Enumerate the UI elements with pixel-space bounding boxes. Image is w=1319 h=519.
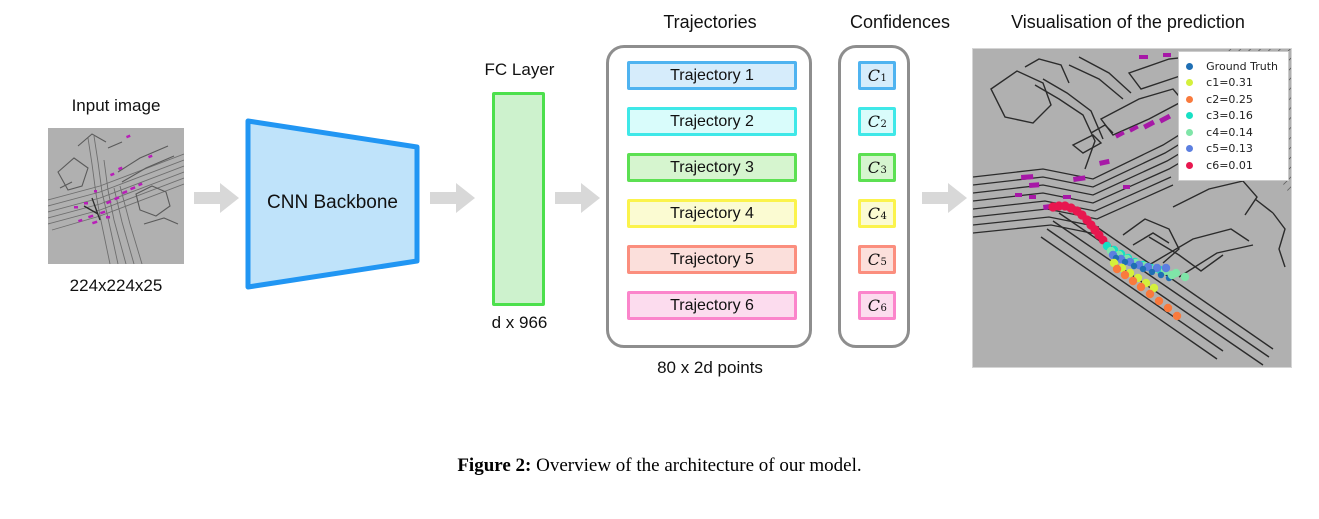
visualisation-panel: Ground Truth c1=0.31 c2=0.25 c3=0.16 c4=…	[972, 48, 1292, 368]
legend-row: c1=0.31	[1186, 75, 1278, 92]
input-image-title: Input image	[71, 96, 161, 115]
figure-caption: Figure 2: Overview of the architecture o…	[0, 455, 1319, 477]
confidence-item[interactable]: C1	[858, 61, 896, 90]
confidence-symbol: C	[867, 65, 880, 85]
legend-row: c5=0.13	[1186, 141, 1278, 158]
confidences-title: Confidences	[849, 12, 951, 32]
figure-caption-text: Overview of the architecture of our mode…	[531, 455, 862, 476]
visualisation-legend: Ground Truth c1=0.31 c2=0.25 c3=0.16 c4=…	[1178, 51, 1289, 181]
confidence-item[interactable]: C2	[858, 107, 896, 136]
legend-row: c2=0.25	[1186, 91, 1278, 108]
legend-label: c1=0.31	[1206, 76, 1253, 90]
legend-marker-icon	[1186, 62, 1194, 70]
confidence-index: 6	[880, 302, 887, 314]
arrow-fc-to-trajectories	[555, 182, 601, 214]
input-image-thumbnail	[48, 128, 184, 264]
trajectories-footer: 80 x 2d points	[657, 358, 763, 377]
legend-label: c4=0.14	[1206, 125, 1253, 139]
confidence-symbol: C	[867, 295, 880, 315]
confidence-index: 3	[880, 164, 887, 176]
confidence-item[interactable]: C6	[858, 291, 896, 320]
trajectory-item[interactable]: Trajectory 2	[627, 107, 797, 136]
confidence-item[interactable]: C4	[858, 199, 896, 228]
confidences-panel: C1 C2 C3 C4 C5 C6	[838, 45, 910, 348]
legend-label: c3=0.16	[1206, 109, 1253, 123]
confidences-list: C1 C2 C3 C4 C5 C6	[858, 61, 896, 320]
legend-marker-icon	[1186, 161, 1194, 169]
cnn-backbone-label: CNN Backbone	[267, 192, 398, 213]
legend-marker-icon	[1186, 95, 1194, 103]
legend-marker-icon	[1186, 79, 1194, 87]
legend-label: Ground Truth	[1206, 59, 1278, 73]
trajectory-item[interactable]: Trajectory 4	[627, 199, 797, 228]
figure-architecture-diagram: Input image 224x224x25 CNN Backbone FC L…	[0, 0, 1319, 519]
confidence-item[interactable]: C3	[858, 153, 896, 182]
confidence-symbol: C	[867, 157, 880, 177]
confidence-index: 2	[880, 118, 887, 130]
legend-row: c3=0.16	[1186, 108, 1278, 125]
trajectories-panel: Trajectory 1 Trajectory 2 Trajectory 3 T…	[606, 45, 812, 348]
legend-label: c5=0.13	[1206, 142, 1253, 156]
legend-marker-icon	[1186, 112, 1194, 120]
confidence-symbol: C	[867, 111, 880, 131]
confidence-index: 4	[880, 210, 887, 222]
figure-caption-label: Figure 2:	[457, 455, 532, 476]
confidence-symbol: C	[867, 249, 880, 269]
legend-row: Ground Truth	[1186, 58, 1278, 75]
legend-label: c2=0.25	[1206, 92, 1253, 106]
confidence-index: 1	[880, 72, 887, 84]
input-image-dims: 224x224x25	[69, 276, 163, 295]
fc-layer-title: FC Layer	[484, 60, 555, 79]
cnn-backbone-block: CNN Backbone	[245, 118, 420, 290]
fc-layer-column	[492, 92, 545, 306]
confidence-index: 5	[880, 256, 887, 268]
trajectory-item[interactable]: Trajectory 6	[627, 291, 797, 320]
trajectories-title: Trajectories	[663, 12, 757, 32]
fc-layer-dims: d x 966	[491, 313, 548, 332]
arrow-cnn-to-fc	[430, 182, 476, 214]
trajectory-item[interactable]: Trajectory 1	[627, 61, 797, 90]
trajectory-item[interactable]: Trajectory 3	[627, 153, 797, 182]
legend-row: c6=0.01	[1186, 157, 1278, 174]
legend-marker-icon	[1186, 128, 1194, 136]
confidence-symbol: C	[867, 203, 880, 223]
visualisation-title: Visualisation of the prediction	[1011, 12, 1245, 32]
trajectories-list: Trajectory 1 Trajectory 2 Trajectory 3 T…	[627, 61, 797, 320]
trajectory-item[interactable]: Trajectory 5	[627, 245, 797, 274]
arrow-confidences-to-visualisation	[922, 182, 968, 214]
legend-marker-icon	[1186, 145, 1194, 153]
arrow-input-to-cnn	[194, 182, 240, 214]
legend-label: c6=0.01	[1206, 158, 1253, 172]
legend-row: c4=0.14	[1186, 124, 1278, 141]
confidence-item[interactable]: C5	[858, 245, 896, 274]
